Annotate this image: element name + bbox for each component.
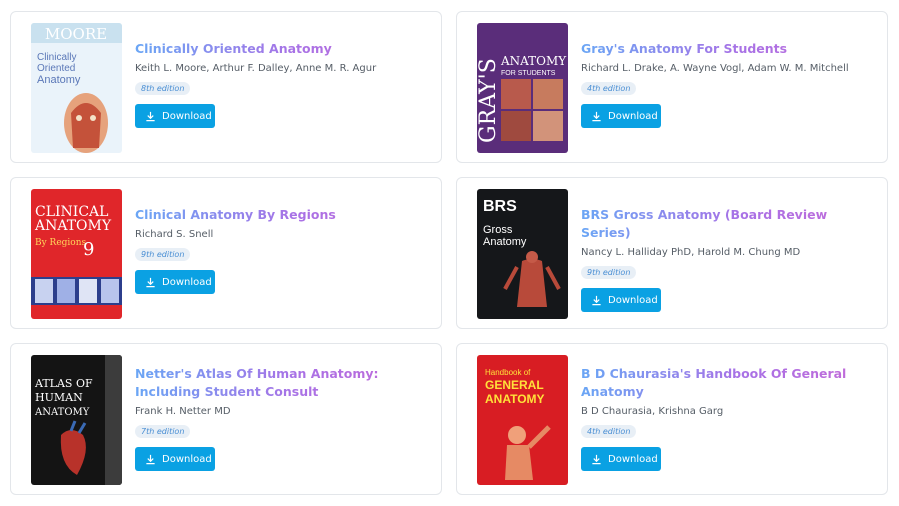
- book-info: Clinical Anatomy By Regions Richard S. S…: [135, 206, 423, 294]
- edition-badge: 8th edition: [135, 82, 191, 95]
- download-button[interactable]: Download: [581, 104, 661, 128]
- cover-text: Clinically: [37, 52, 76, 63]
- cover-text: ANATOMY: [34, 218, 112, 234]
- book-title[interactable]: BRS Gross Anatomy (Board Review Series): [581, 206, 869, 242]
- edition-badge: 4th edition: [581, 82, 637, 95]
- cover-text: GRAY'S: [477, 58, 501, 143]
- book-card: MOORE Clinically Oriented Anatomy Clinic…: [10, 11, 442, 163]
- book-info: BRS Gross Anatomy (Board Review Series) …: [581, 206, 869, 312]
- cover-text: MOORE: [45, 25, 107, 43]
- book-cover-image[interactable]: MOORE Clinically Oriented Anatomy: [31, 23, 122, 153]
- book-cover-image[interactable]: BRS Gross Anatomy: [477, 189, 568, 319]
- book-title[interactable]: Clinically Oriented Anatomy: [135, 40, 423, 58]
- book-authors: Richard S. Snell: [135, 229, 214, 240]
- book-card: CLINICAL ANATOMY By Regions 9 Clinical A…: [10, 177, 442, 329]
- book-cover-image[interactable]: ATLAS OF HUMAN ANATOMY: [31, 355, 122, 485]
- download-button[interactable]: Download: [581, 447, 661, 471]
- book-card: Handbook of GENERAL ANATOMY B D Chaurasi…: [456, 343, 888, 495]
- cover-text: Anatomy: [37, 74, 81, 86]
- download-button[interactable]: Download: [135, 104, 215, 128]
- cover-text: By Regions: [35, 238, 87, 248]
- download-label: Download: [608, 294, 658, 306]
- cover-text: HUMAN: [35, 391, 83, 404]
- download-label: Download: [608, 110, 658, 122]
- book-card: GRAY'S ANATOMY FOR STUDENTS Gray's Anato…: [456, 11, 888, 163]
- cover-text: Anatomy: [483, 236, 527, 248]
- edition-badge: 9th edition: [581, 266, 637, 279]
- download-button[interactable]: Download: [581, 288, 661, 312]
- download-label: Download: [608, 453, 658, 465]
- book-title[interactable]: Gray's Anatomy For Students: [581, 40, 869, 58]
- book-info: Netter's Atlas Of Human Anatomy: Includi…: [135, 365, 423, 471]
- book-cover-image[interactable]: GRAY'S ANATOMY FOR STUDENTS: [477, 23, 568, 153]
- book-title[interactable]: B D Chaurasia's Handbook Of General Anat…: [581, 365, 869, 401]
- book-authors: Keith L. Moore, Arthur F. Dalley, Anne M…: [135, 63, 377, 74]
- book-info: Gray's Anatomy For Students Richard L. D…: [581, 40, 869, 128]
- download-button[interactable]: Download: [135, 447, 215, 471]
- book-title[interactable]: Netter's Atlas Of Human Anatomy: Includi…: [135, 365, 423, 401]
- download-icon: [146, 111, 155, 121]
- download-icon: [592, 295, 601, 305]
- book-authors: B D Chaurasia, Krishna Garg: [581, 406, 724, 417]
- book-card: BRS Gross Anatomy BRS Gross Anatomy (Boa…: [456, 177, 888, 329]
- download-icon: [146, 277, 155, 287]
- cover-text: Handbook of: [485, 368, 531, 377]
- download-label: Download: [162, 110, 212, 122]
- download-label: Download: [162, 453, 212, 465]
- book-title[interactable]: Clinical Anatomy By Regions: [135, 206, 423, 224]
- download-label: Download: [162, 276, 212, 288]
- cover-text: GENERAL: [485, 378, 544, 392]
- book-authors: Frank H. Netter MD: [135, 406, 231, 417]
- cover-text: ANATOMY: [500, 54, 567, 68]
- edition-badge: 9th edition: [135, 248, 191, 261]
- cover-text: ATLAS OF: [34, 377, 93, 390]
- cover-text: 9: [83, 239, 94, 260]
- cover-text: FOR STUDENTS: [501, 70, 556, 77]
- download-icon: [592, 454, 601, 464]
- cover-text: Oriented: [37, 63, 75, 74]
- cover-text: BRS: [483, 198, 517, 215]
- book-authors: Richard L. Drake, A. Wayne Vogl, Adam W.…: [581, 63, 849, 74]
- book-info: Clinically Oriented Anatomy Keith L. Moo…: [135, 40, 423, 128]
- download-icon: [592, 111, 601, 121]
- book-card: ATLAS OF HUMAN ANATOMY Netter's Atlas Of…: [10, 343, 442, 495]
- edition-badge: 4th edition: [581, 425, 637, 438]
- download-icon: [146, 454, 155, 464]
- book-cover-image[interactable]: Handbook of GENERAL ANATOMY: [477, 355, 568, 485]
- book-cover-image[interactable]: CLINICAL ANATOMY By Regions 9: [31, 189, 122, 319]
- book-info: B D Chaurasia's Handbook Of General Anat…: [581, 365, 869, 471]
- download-button[interactable]: Download: [135, 270, 215, 294]
- cover-text: Gross: [483, 224, 513, 236]
- cover-text: ANATOMY: [485, 392, 545, 406]
- cover-text: ANATOMY: [34, 407, 90, 418]
- book-authors: Nancy L. Halliday PhD, Harold M. Chung M…: [581, 247, 801, 258]
- edition-badge: 7th edition: [135, 425, 191, 438]
